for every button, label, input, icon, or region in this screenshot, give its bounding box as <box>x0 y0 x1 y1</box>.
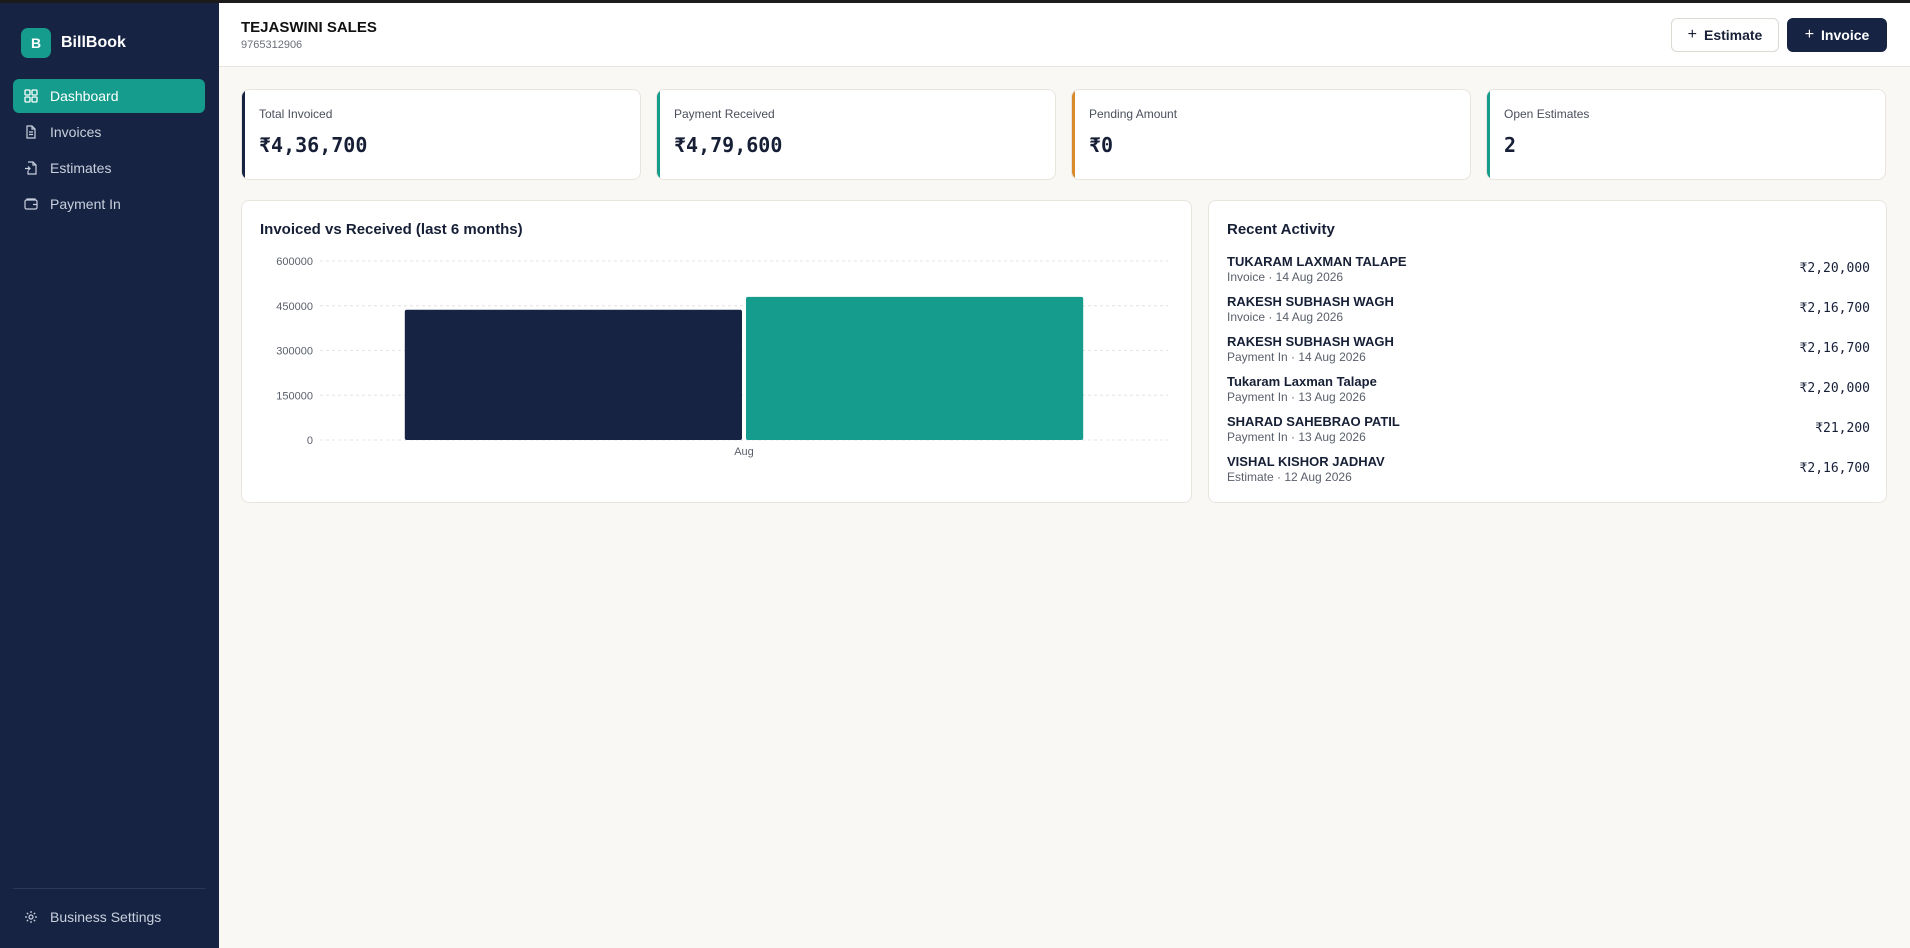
window-top-border <box>0 0 1910 3</box>
activity-amount: ₹2,16,700 <box>1799 301 1870 316</box>
activity-item[interactable]: VISHAL KISHOR JADHAV Estimate · 12 Aug 2… <box>1227 454 1870 494</box>
invoice-button-label: Invoice <box>1821 27 1870 43</box>
settings-label: Business Settings <box>50 909 162 925</box>
y-tick-label: 450000 <box>276 301 313 313</box>
activity-item[interactable]: RAKESH SUBHASH WAGH Payment In · 14 Aug … <box>1227 334 1870 374</box>
sidebar-item-label: Estimates <box>50 160 112 176</box>
stat-label: Payment Received <box>674 107 775 121</box>
stat-label: Total Invoiced <box>259 107 333 121</box>
stat-card-open-estimates: Open Estimates 2 <box>1486 89 1886 180</box>
brand[interactable]: B BillBook <box>21 28 126 58</box>
activity-item[interactable]: TUKARAM LAXMAN TALAPE Invoice · 14 Aug 2… <box>1227 254 1870 294</box>
sidebar-item-dashboard[interactable]: Dashboard <box>13 79 205 113</box>
bar-chart: 0 150000 300000 450000 600000 Aug <box>276 256 1168 458</box>
stat-accent <box>1487 90 1490 179</box>
activity-list: TUKARAM LAXMAN TALAPE Invoice · 14 Aug 2… <box>1227 254 1870 494</box>
business-name: TEJASWINI SALES <box>241 19 377 36</box>
stat-accent <box>242 90 245 179</box>
stat-accent <box>1072 90 1075 179</box>
activity-party-name: VISHAL KISHOR JADHAV <box>1227 454 1385 469</box>
stat-value: ₹4,36,700 <box>259 133 368 157</box>
stat-value: ₹4,79,600 <box>674 133 783 157</box>
file-import-icon <box>24 161 38 175</box>
y-tick-label: 150000 <box>276 390 313 402</box>
sidebar-item-label: Invoices <box>50 124 102 140</box>
activity-party-name: TUKARAM LAXMAN TALAPE <box>1227 254 1407 269</box>
business-phone: 9765312906 <box>241 39 303 51</box>
activity-meta: Invoice · 14 Aug 2026 <box>1227 310 1344 324</box>
top-header: TEJASWINI SALES 9765312906 + Estimate + … <box>219 3 1910 67</box>
sidebar-item-business-settings[interactable]: Business Settings <box>13 900 205 934</box>
activity-item[interactable]: SHARAD SAHEBRAO PATIL Payment In · 13 Au… <box>1227 414 1870 454</box>
activity-meta: Payment In · 13 Aug 2026 <box>1227 390 1366 404</box>
stat-card-total-invoiced: Total Invoiced ₹4,36,700 <box>241 89 641 180</box>
sidebar: B BillBook Dashboard Invoices Estimates <box>0 3 219 948</box>
sidebar-item-payment-in[interactable]: Payment In <box>13 187 205 221</box>
stat-card-pending-amount: Pending Amount ₹0 <box>1071 89 1471 180</box>
stat-label: Pending Amount <box>1089 107 1178 121</box>
new-estimate-button[interactable]: + Estimate <box>1671 18 1779 52</box>
chart-title: Invoiced vs Received (last 6 months) <box>260 221 523 238</box>
stat-value: 2 <box>1504 133 1517 157</box>
y-tick-label: 300000 <box>276 346 313 358</box>
bar-series-0-aug[interactable] <box>404 309 742 440</box>
activity-meta: Payment In · 13 Aug 2026 <box>1227 430 1366 444</box>
stat-accent <box>657 90 660 179</box>
stat-card-payment-received: Payment Received ₹4,79,600 <box>656 89 1056 180</box>
brand-name: BillBook <box>61 34 126 51</box>
recent-activity-panel: Recent Activity TUKARAM LAXMAN TALAPE In… <box>1208 200 1887 503</box>
plus-icon: + <box>1687 26 1697 43</box>
gear-icon <box>24 910 38 924</box>
sidebar-item-estimates[interactable]: Estimates <box>13 151 205 185</box>
dashboard-icon <box>24 89 38 103</box>
activity-item[interactable]: Tukaram Laxman Talape Payment In · 13 Au… <box>1227 374 1870 414</box>
y-tick-label: 0 <box>307 435 313 447</box>
activity-party-name: RAKESH SUBHASH WAGH <box>1227 334 1394 349</box>
bar-series-1-aug[interactable] <box>746 296 1084 440</box>
activity-amount: ₹2,20,000 <box>1799 261 1870 276</box>
activity-meta: Estimate · 12 Aug 2026 <box>1227 470 1352 484</box>
y-tick-label: 600000 <box>276 256 313 268</box>
x-tick-label: Aug <box>734 446 754 458</box>
activity-amount: ₹21,200 <box>1815 421 1870 436</box>
activity-meta: Invoice · 14 Aug 2026 <box>1227 270 1344 284</box>
recent-activity-title: Recent Activity <box>1227 221 1335 238</box>
activity-party-name: Tukaram Laxman Talape <box>1227 374 1377 389</box>
plus-icon: + <box>1804 26 1815 43</box>
activity-item[interactable]: RAKESH SUBHASH WAGH Invoice · 14 Aug 202… <box>1227 294 1870 334</box>
sidebar-divider <box>13 888 205 889</box>
stat-label: Open Estimates <box>1504 107 1590 121</box>
stat-value: ₹0 <box>1089 133 1114 157</box>
chart-panel: Invoiced vs Received (last 6 months) 0 15… <box>241 200 1192 503</box>
estimate-button-label: Estimate <box>1703 27 1763 43</box>
activity-party-name: RAKESH SUBHASH WAGH <box>1227 294 1394 309</box>
brand-logo: B <box>21 28 51 58</box>
sidebar-item-invoices[interactable]: Invoices <box>13 115 205 149</box>
activity-meta: Payment In · 14 Aug 2026 <box>1227 350 1366 364</box>
file-icon <box>24 125 38 139</box>
activity-amount: ₹2,16,700 <box>1799 461 1870 476</box>
sidebar-nav: Dashboard Invoices Estimates Payment In <box>13 79 205 223</box>
wallet-icon <box>24 197 38 211</box>
sidebar-item-label: Payment In <box>50 196 121 212</box>
activity-party-name: SHARAD SAHEBRAO PATIL <box>1227 414 1400 429</box>
activity-amount: ₹2,16,700 <box>1799 341 1870 356</box>
new-invoice-button[interactable]: + Invoice <box>1787 18 1887 52</box>
sidebar-item-label: Dashboard <box>50 88 119 104</box>
activity-amount: ₹2,20,000 <box>1799 381 1870 396</box>
